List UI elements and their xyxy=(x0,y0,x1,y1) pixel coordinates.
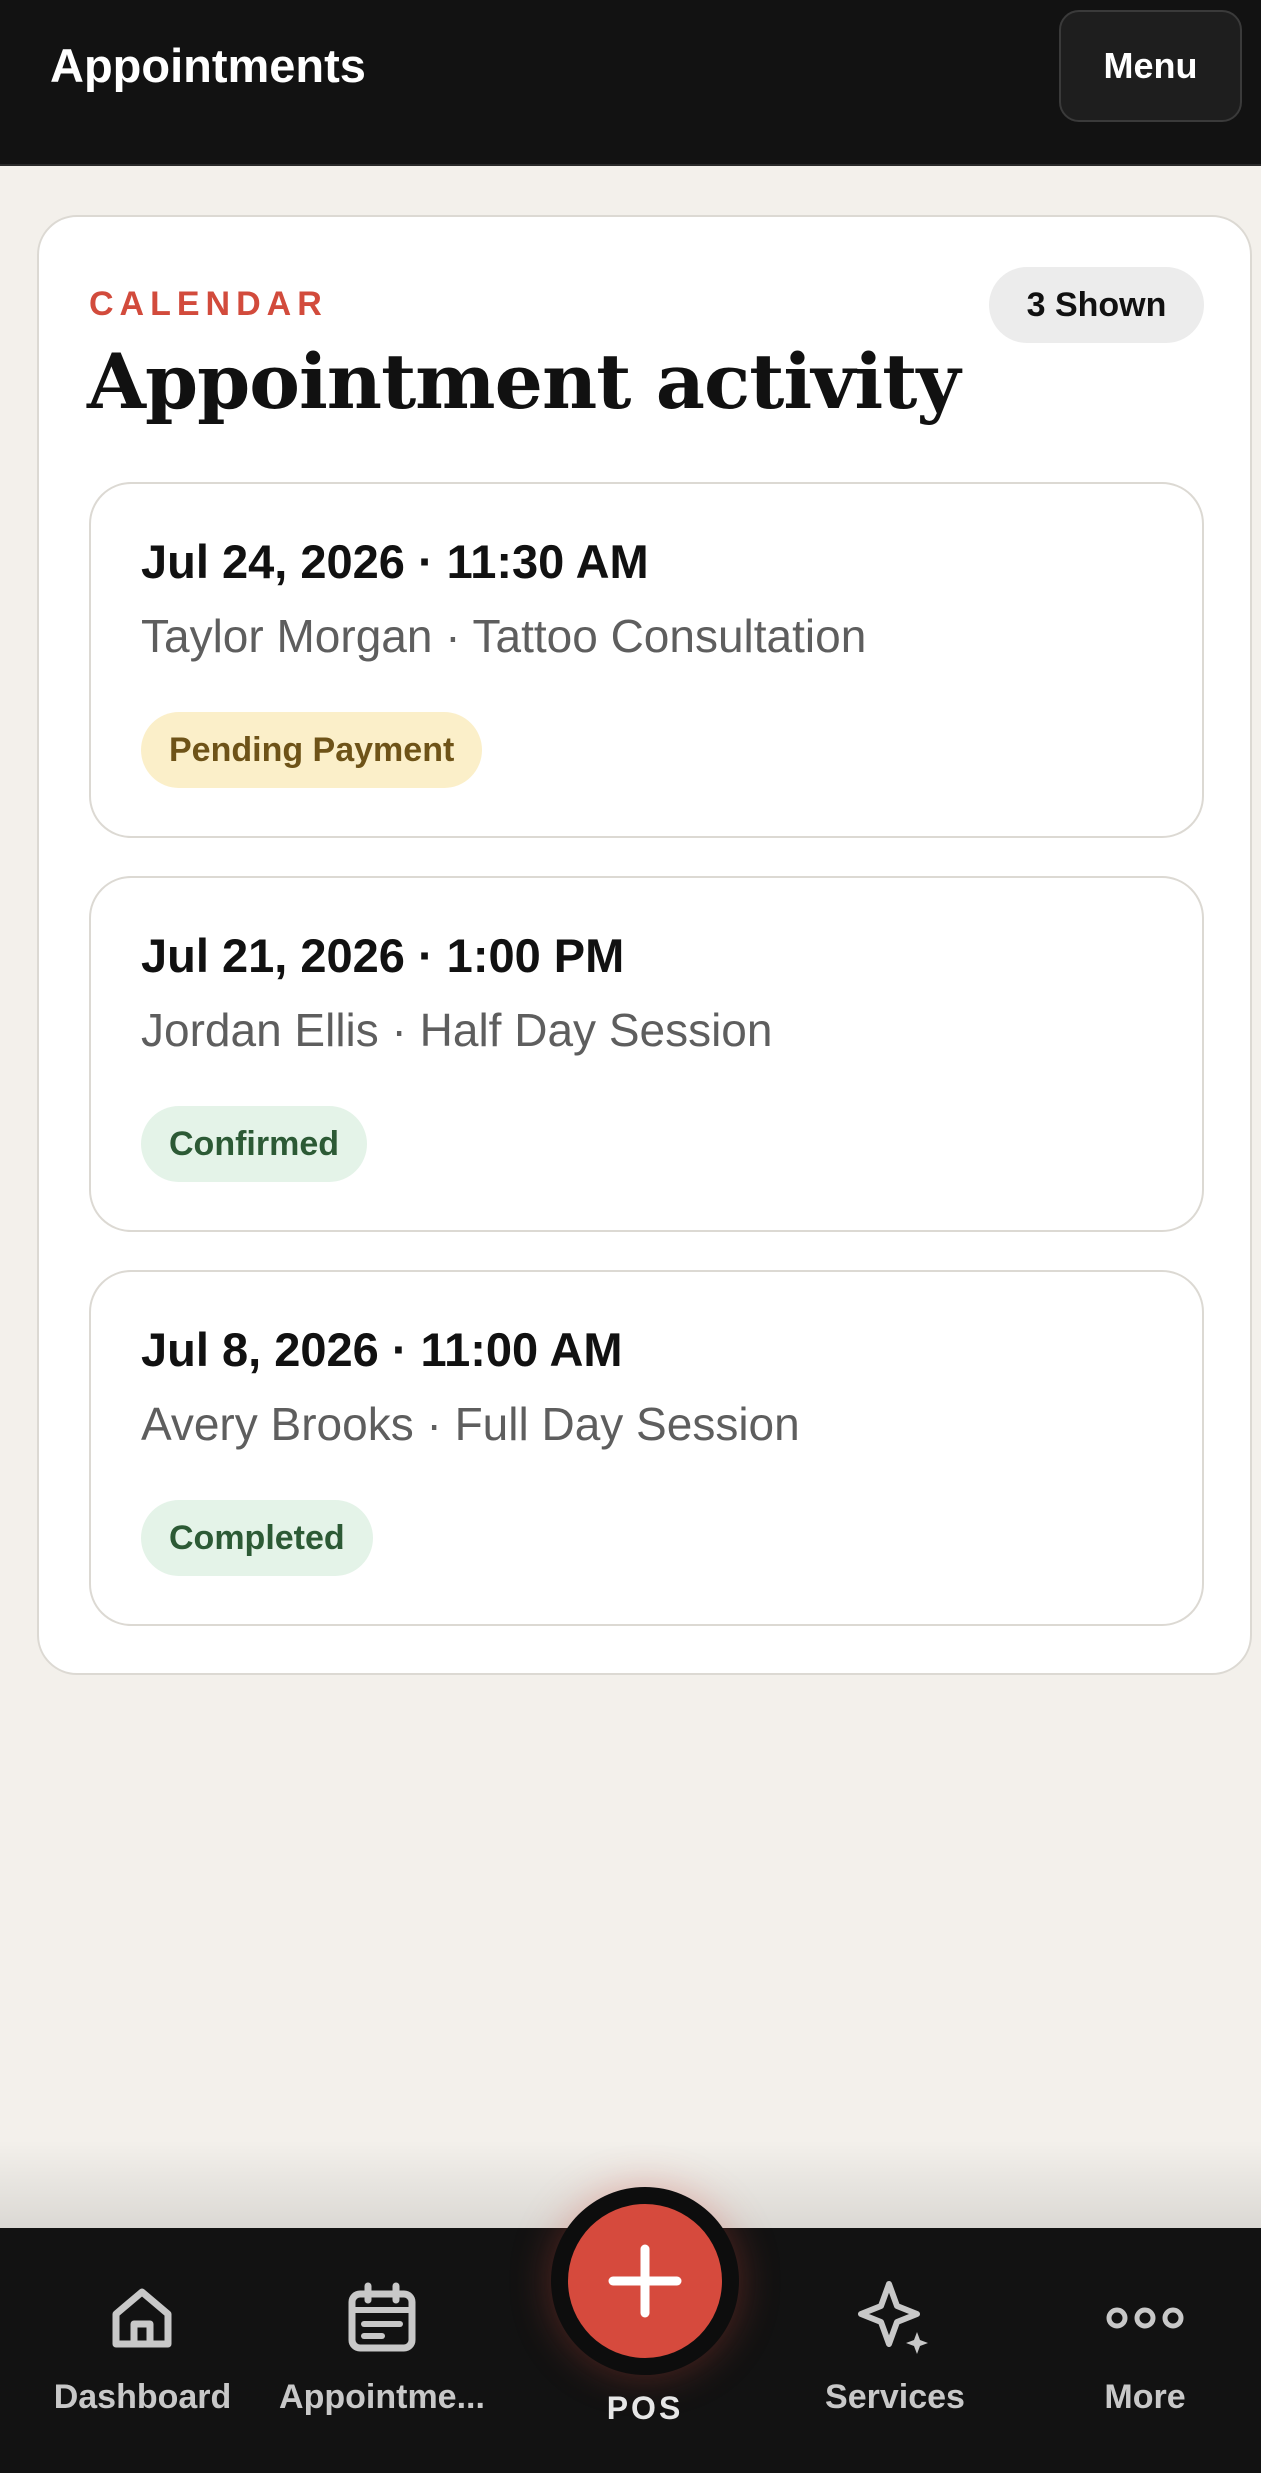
nav-label-services: Services xyxy=(825,2378,965,2416)
more-dots-icon xyxy=(1106,2307,1184,2329)
appointment-item[interactable]: Jul 24, 2026 · 11:30 AM Taylor Morgan · … xyxy=(89,482,1204,838)
appointment-activity-card: CALENDAR 3 Shown Appointment activity Ju… xyxy=(37,215,1252,1675)
nav-label-appointments: Appointme... xyxy=(279,2378,485,2416)
nav-item-appointments[interactable]: Appointme... xyxy=(262,2228,502,2473)
appointment-client-service: Avery Brooks · Full Day Session xyxy=(141,1398,800,1450)
status-badge: Confirmed xyxy=(141,1106,367,1182)
nav-label-pos: POS xyxy=(606,2390,684,2426)
nav-label-more: More xyxy=(1104,2378,1186,2416)
appointment-client-service: Jordan Ellis · Half Day Session xyxy=(141,1004,773,1056)
count-badge: 3 Shown xyxy=(989,267,1204,343)
pos-button-ring xyxy=(551,2187,739,2375)
section-heading: Appointment activity xyxy=(87,337,961,426)
status-badge: Pending Payment xyxy=(141,712,483,788)
appointment-client-service: Taylor Morgan · Tattoo Consultation xyxy=(141,610,867,662)
appointment-item[interactable]: Jul 8, 2026 · 11:00 AM Avery Brooks · Fu… xyxy=(89,1270,1204,1626)
appointment-datetime: Jul 8, 2026 · 11:00 AM xyxy=(141,1323,623,1376)
nav-item-services[interactable]: Services xyxy=(790,2228,1000,2473)
section-eyebrow: CALENDAR xyxy=(89,285,328,323)
appointment-datetime: Jul 21, 2026 · 1:00 PM xyxy=(141,929,625,982)
nav-item-more[interactable]: More xyxy=(1050,2228,1240,2473)
nav-label-dashboard: Dashboard xyxy=(53,2378,232,2416)
appointment-datetime: Jul 24, 2026 · 11:30 AM xyxy=(141,535,649,588)
calendar-icon xyxy=(348,2282,416,2352)
page-title: Appointments xyxy=(50,39,366,92)
menu-button[interactable]: Menu xyxy=(1059,10,1242,122)
home-icon xyxy=(112,2288,172,2348)
appointment-item[interactable]: Jul 21, 2026 · 1:00 PM Jordan Ellis · Ha… xyxy=(89,876,1204,1232)
sparkle-icon xyxy=(858,2281,928,2354)
pos-button[interactable] xyxy=(568,2204,722,2358)
nav-item-dashboard[interactable]: Dashboard xyxy=(40,2228,245,2473)
plus-icon xyxy=(608,2244,682,2318)
status-badge: Completed xyxy=(141,1500,373,1576)
top-app-bar: Appointments Menu xyxy=(0,0,1261,166)
